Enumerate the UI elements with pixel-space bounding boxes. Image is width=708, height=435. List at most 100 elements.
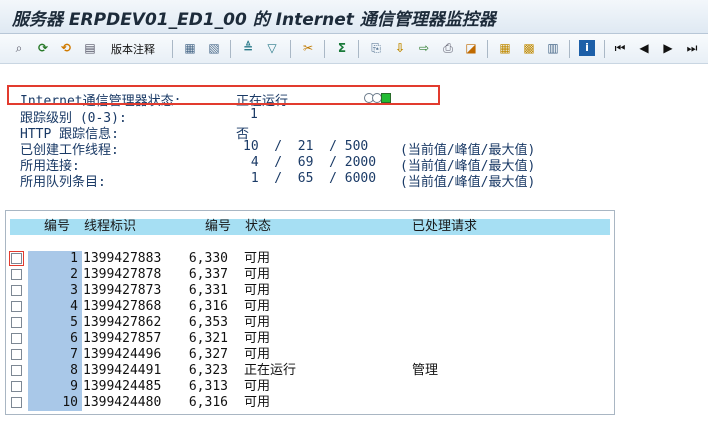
details-alt-icon[interactable]: ▧ xyxy=(206,40,222,56)
row-select-checkbox[interactable] xyxy=(11,317,22,328)
pid-cell: 6,353 xyxy=(188,315,228,330)
row-select-checkbox[interactable] xyxy=(9,251,24,266)
status-cell: 可用 xyxy=(244,267,271,282)
sort-asc-icon[interactable]: ≜ xyxy=(240,40,256,56)
separator xyxy=(290,40,291,58)
first-page-icon[interactable]: ⏮ xyxy=(612,40,628,56)
col-pid-header[interactable]: 编号 xyxy=(205,219,231,235)
row-select-checkbox[interactable] xyxy=(11,381,22,392)
row-number: 1 xyxy=(28,251,82,267)
info-icon[interactable]: i xyxy=(579,40,595,56)
row-select-checkbox[interactable] xyxy=(11,285,22,296)
thread-id-cell: 1399424491 xyxy=(83,363,162,378)
pid-cell: 6,321 xyxy=(188,331,228,346)
export-icon[interactable]: ⎘ xyxy=(368,40,384,56)
status-cell: 可用 xyxy=(244,283,271,298)
print-icon[interactable]: ⎙ xyxy=(440,40,456,56)
glasses-icon[interactable]: ⌕ xyxy=(11,40,27,56)
pid-cell: 6,327 xyxy=(188,347,228,362)
title-bar: 服务器 ERPDEV01_ED1_00 的 Internet 通信管理器监控器 xyxy=(0,0,708,34)
row-select-checkbox[interactable] xyxy=(11,397,22,408)
row-number: 5 xyxy=(28,315,82,331)
queue-values: 1 / 65 / 6000 xyxy=(243,171,377,186)
queue-note: (当前值/峰值/最大值) xyxy=(400,175,536,190)
separator xyxy=(569,40,570,58)
thread-id-cell: 1399427878 xyxy=(83,267,162,282)
col-no-header[interactable]: 编号 xyxy=(44,219,70,235)
toolbar: ⌕ ⟳ ⟲ ▤ 版本注释 ▦ ▧ ≜ ▽ ✂ Σ ⎘ ⇩ ⇨ ⎙ ◪ ▦ ▩ ▥… xyxy=(0,34,708,64)
select-all-icon[interactable]: ▩ xyxy=(521,40,537,56)
status-cell: 可用 xyxy=(244,331,271,346)
row-select-checkbox[interactable] xyxy=(11,333,22,344)
cut-icon[interactable]: ✂ xyxy=(300,40,316,56)
filter-icon[interactable]: ▽ xyxy=(264,40,280,56)
version-notes-button[interactable]: 版本注释 xyxy=(111,42,155,58)
download-icon[interactable]: ⇩ xyxy=(392,40,408,56)
layout-icon[interactable]: ◪ xyxy=(463,40,479,56)
table-row[interactable]: 3 1399427873 6,331 可用 xyxy=(6,283,612,299)
table-row[interactable]: 5 1399427862 6,353 可用 xyxy=(6,315,612,331)
send-icon[interactable]: ⇨ xyxy=(416,40,432,56)
grid-icon[interactable]: ▦ xyxy=(497,40,513,56)
pid-cell: 6,331 xyxy=(188,283,228,298)
status-cell: 可用 xyxy=(244,315,271,330)
table-row[interactable]: 1 1399427883 6,330 可用 xyxy=(6,251,612,267)
col-status-header[interactable]: 状态 xyxy=(245,219,271,235)
connections-values: 4 / 69 / 2000 xyxy=(243,155,377,170)
row-number: 6 xyxy=(28,331,82,347)
table-row[interactable]: 7 1399424496 6,327 可用 xyxy=(6,347,612,363)
processed-cell: 管理 xyxy=(412,363,439,378)
table-row[interactable]: 9 1399424485 6,313 可用 xyxy=(6,379,612,395)
thread-table: 编号 线程标识 编号 状态 已处理请求 1 1399427883 6,330 可用 2 1… xyxy=(5,210,615,415)
pid-cell: 6,330 xyxy=(188,251,228,266)
thread-id-cell: 1399427857 xyxy=(83,331,162,346)
row-select-checkbox[interactable] xyxy=(11,365,22,376)
row-number: 8 xyxy=(28,363,82,379)
last-page-icon[interactable]: ⏭ xyxy=(684,40,700,56)
details-icon[interactable]: ▦ xyxy=(182,40,198,56)
status-highlight-box xyxy=(7,85,440,105)
threads-values: 10 / 21 / 500 xyxy=(243,139,369,154)
table-row[interactable]: 2 1399427878 6,337 可用 xyxy=(6,267,612,283)
thread-id-cell: 1399427868 xyxy=(83,299,162,314)
row-number: 7 xyxy=(28,347,82,363)
separator xyxy=(487,40,488,58)
thread-id-cell: 1399427883 xyxy=(83,251,162,266)
columns-icon[interactable]: ▥ xyxy=(545,40,561,56)
separator xyxy=(358,40,359,58)
server-icon[interactable]: ▤ xyxy=(82,40,98,56)
next-page-icon[interactable]: ▶ xyxy=(660,40,676,56)
status-cell: 可用 xyxy=(244,299,271,314)
table-row[interactable]: 6 1399427857 6,321 可用 xyxy=(6,331,612,347)
table-row[interactable]: 10 1399424480 6,316 可用 xyxy=(6,395,612,411)
pid-cell: 6,323 xyxy=(188,363,228,378)
col-thread-id-header[interactable]: 线程标识 xyxy=(84,219,136,235)
row-number: 2 xyxy=(28,267,82,283)
separator xyxy=(172,40,173,58)
row-select-checkbox[interactable] xyxy=(11,269,22,280)
refresh-icon[interactable]: ⟳ xyxy=(35,40,51,56)
queue-label: 所用队列条目: xyxy=(20,175,106,190)
table-row[interactable]: 8 1399424491 6,323 正在运行 管理 xyxy=(6,363,612,379)
table-header: 编号 线程标识 编号 状态 已处理请求 xyxy=(10,219,610,235)
prev-page-icon[interactable]: ◀ xyxy=(636,40,652,56)
status-cell: 可用 xyxy=(244,395,271,410)
row-number: 3 xyxy=(28,283,82,299)
pid-cell: 6,313 xyxy=(188,379,228,394)
pid-cell: 6,316 xyxy=(188,395,228,410)
separator xyxy=(230,40,231,58)
row-select-checkbox[interactable] xyxy=(11,301,22,312)
status-cell: 可用 xyxy=(244,251,271,266)
table-row[interactable]: 4 1399427868 6,316 可用 xyxy=(6,299,612,315)
sum-icon[interactable]: Σ xyxy=(334,40,350,56)
row-select-checkbox[interactable] xyxy=(11,349,22,360)
trace-level-value: 1 xyxy=(250,107,258,122)
refresh-alt-icon[interactable]: ⟲ xyxy=(58,40,74,56)
thread-id-cell: 1399424480 xyxy=(83,395,162,410)
separator xyxy=(324,40,325,58)
status-cell: 可用 xyxy=(244,347,271,362)
row-number: 10 xyxy=(28,395,82,411)
thread-id-cell: 1399427873 xyxy=(83,283,162,298)
pid-cell: 6,337 xyxy=(188,267,228,282)
col-processed-header[interactable]: 已处理请求 xyxy=(412,219,477,235)
